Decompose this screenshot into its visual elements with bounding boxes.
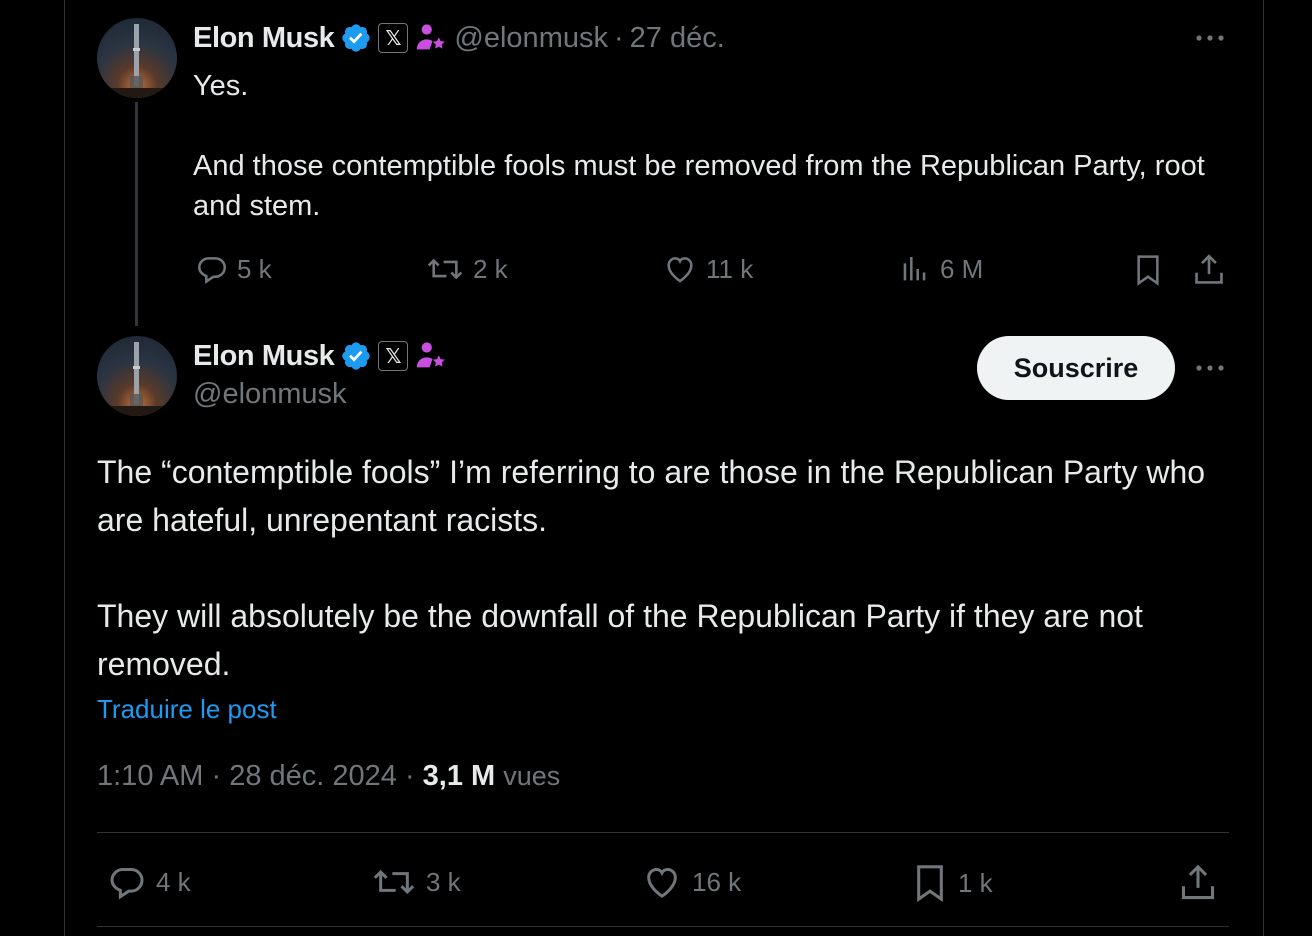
post-date[interactable]: 27 déc. [630, 22, 725, 55]
views-label: vues [503, 761, 561, 791]
post-text-line: Yes. [193, 70, 249, 102]
person-star-icon[interactable] [414, 339, 448, 373]
divider [97, 832, 1229, 833]
reply-count: 4 k [156, 866, 191, 897]
post-text-paragraph: They will absolutely be the downfall of … [97, 598, 1143, 682]
share-button[interactable] [1192, 252, 1226, 288]
heart-icon [667, 257, 693, 283]
repost-icon [427, 258, 463, 280]
bookmark-count: 1 k [958, 867, 993, 898]
author-row: Elon Musk 𝕏 @elonmusk · 27 déc. [193, 20, 725, 56]
author-name[interactable]: Elon Musk [193, 340, 335, 373]
translate-link[interactable]: Traduire le post [97, 694, 277, 725]
repost-count: 3 k [426, 866, 461, 897]
like-button[interactable]: 16 k [640, 862, 741, 902]
repost-count: 2 k [473, 253, 508, 284]
heart-icon [647, 867, 677, 898]
author-row: Elon Musk 𝕏 [193, 338, 448, 374]
post-time[interactable]: 1:10 AM [97, 760, 203, 792]
bookmark-icon [1137, 255, 1159, 286]
separator-dot: · [613, 21, 624, 54]
bookmark-button[interactable]: 1 k [910, 862, 993, 904]
bookmark-button[interactable] [1132, 252, 1164, 288]
verified-badge-icon[interactable] [340, 340, 372, 372]
separator-dot: · [203, 760, 230, 792]
repost-button[interactable]: 3 k [370, 862, 461, 902]
like-count: 16 k [692, 866, 742, 897]
reply-count: 5 k [237, 253, 272, 284]
more-options-icon[interactable] [1192, 20, 1228, 56]
more-options-icon[interactable] [1192, 350, 1228, 386]
verified-badge-icon[interactable] [340, 22, 372, 54]
views-button[interactable]: 6 M [898, 252, 983, 286]
x-affiliation-icon[interactable]: 𝕏 [378, 341, 409, 371]
reply-button[interactable]: 4 k [106, 862, 191, 902]
author-handle[interactable]: @elonmusk [193, 378, 347, 411]
repost-button[interactable]: 2 k [425, 252, 508, 286]
subscribe-button[interactable]: Souscrire [977, 336, 1175, 400]
reply-icon [197, 257, 227, 284]
divider [97, 926, 1229, 927]
separator-dot: · [396, 760, 423, 792]
reply-button[interactable]: 5 k [195, 252, 272, 286]
avatar[interactable] [97, 18, 177, 98]
post-text-paragraph: And those contemptible fools must be rem… [193, 150, 1205, 222]
reply-icon [110, 868, 144, 900]
views-count: 6 M [940, 253, 984, 284]
share-icon [1195, 254, 1223, 284]
author-handle[interactable]: @elonmusk [454, 22, 608, 55]
post-date[interactable]: 28 déc. 2024 [229, 760, 397, 792]
avatar[interactable] [97, 336, 177, 416]
views-count: 3,1 M [422, 760, 496, 792]
share-button[interactable] [1178, 862, 1218, 904]
author-name[interactable]: Elon Musk [193, 22, 335, 55]
post-meta: 1:10 AM · 28 déc. 2024 · 3,1 M vues [97, 760, 560, 793]
bookmark-icon [917, 865, 943, 903]
like-button[interactable]: 11 k [662, 252, 753, 286]
thread-connector [135, 102, 138, 326]
like-count: 11 k [706, 253, 754, 284]
post-text-paragraph: The “contemptible fools” I’m referring t… [97, 454, 1206, 538]
person-star-icon[interactable] [414, 21, 448, 55]
analytics-icon [903, 256, 926, 281]
repost-icon [373, 869, 415, 895]
share-icon [1181, 864, 1215, 900]
x-affiliation-icon[interactable]: 𝕏 [378, 23, 409, 53]
